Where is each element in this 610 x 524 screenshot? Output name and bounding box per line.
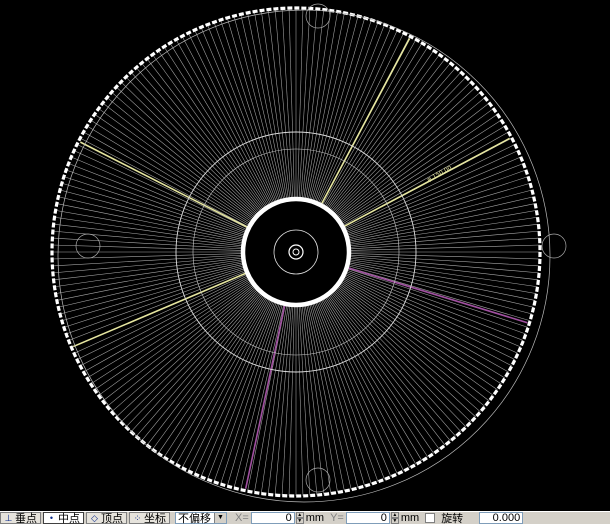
x-spinner[interactable]: ▲ ▼ (295, 512, 304, 524)
status-bar: ⊥ 垂点 • 中点 ◇ 顶点 ⁘ 坐标 不偏移 ▼ X= 0 ▲ ▼ mm Y= … (0, 511, 610, 524)
rotate-input[interactable]: 0.000 (479, 512, 524, 524)
perpendicular-icon: ⊥ (4, 512, 13, 523)
snap-coordinate-button[interactable]: ⁘ 坐标 (129, 512, 170, 524)
snap-marker-circle (541, 233, 567, 259)
snap-midpoint-label: 中点 (58, 513, 80, 524)
midpoint-icon: • (49, 512, 54, 523)
snap-vertex-button[interactable]: ◇ 顶点 (86, 512, 127, 524)
snap-marker-circle (305, 467, 331, 493)
dimension-label: φ 150.00 (426, 164, 453, 183)
snap-perpendicular-label: 垂点 (15, 513, 37, 524)
chevron-down-icon: ▼ (214, 513, 226, 523)
offset-select-value: 不偏移 (178, 513, 211, 524)
y-label: Y= (330, 512, 344, 524)
y-unit: mm (400, 512, 420, 524)
offset-select[interactable]: 不偏移 ▼ (175, 512, 227, 524)
y-spinner[interactable]: ▲ ▼ (390, 512, 399, 524)
coordinate-icon: ⁘ (133, 512, 142, 523)
x-input[interactable]: 0 (250, 512, 295, 524)
cad-drawing-canvas[interactable]: φ 150.00 (0, 0, 610, 511)
y-input[interactable]: 0 (345, 512, 390, 524)
snap-coordinate-label: 坐标 (144, 513, 166, 524)
x-unit: mm (305, 512, 325, 524)
rotate-checkbox[interactable] (425, 513, 436, 523)
rotate-label: 旋转 (441, 513, 464, 524)
snap-midpoint-button[interactable]: • 中点 (43, 512, 84, 524)
snap-perpendicular-button[interactable]: ⊥ 垂点 (0, 512, 41, 524)
hub-ring (240, 196, 352, 308)
vertex-icon: ◇ (91, 512, 98, 523)
x-label: X= (235, 512, 249, 524)
snap-vertex-label: 顶点 (101, 513, 123, 524)
